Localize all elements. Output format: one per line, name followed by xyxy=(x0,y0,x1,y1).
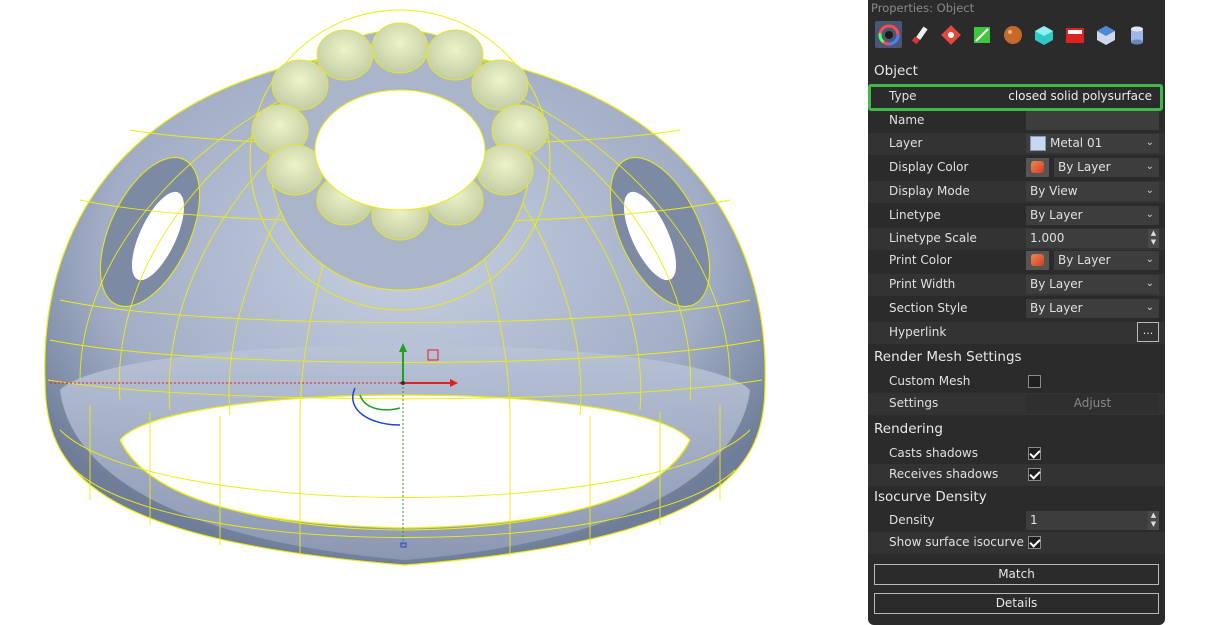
section-render-mesh: Render Mesh Settings xyxy=(874,349,1022,365)
color-swatch-icon xyxy=(1031,254,1044,266)
print-width-dropdown[interactable]: By Layer ⌄ xyxy=(1026,275,1159,294)
section-style-dropdown[interactable]: By Layer ⌄ xyxy=(1026,299,1159,318)
linetype-scale-label: Linetype Scale xyxy=(889,231,977,245)
density-input[interactable]: 1 ▲ ▼ xyxy=(1026,511,1159,530)
row-density: Density 1 ▲ ▼ xyxy=(868,510,1165,532)
ring-model xyxy=(44,9,766,566)
row-custom-mesh: Custom Mesh xyxy=(868,371,1165,393)
display-color-value: By Layer xyxy=(1058,160,1111,174)
display-color-dropdown[interactable]: By Layer ⌄ xyxy=(1054,158,1159,177)
section-style-value: By Layer xyxy=(1030,301,1083,315)
lights-icon[interactable] xyxy=(937,21,964,48)
decal-box-icon[interactable] xyxy=(1061,21,1088,48)
chevron-down-icon: ⌄ xyxy=(1145,209,1154,220)
display-mode-label: Display Mode xyxy=(889,184,970,198)
chevron-down-icon: ⌄ xyxy=(1145,254,1154,265)
row-receives-shadows: Receives shadows xyxy=(868,464,1165,486)
rendering-cube-icon[interactable] xyxy=(1030,21,1057,48)
receives-shadows-checkbox[interactable] xyxy=(1028,468,1041,481)
type-highlight xyxy=(868,84,1163,111)
brush-icon[interactable] xyxy=(906,21,933,48)
row-layer: Layer Metal 01 ⌄ xyxy=(868,133,1165,155)
print-color-dropdown[interactable]: By Layer ⌄ xyxy=(1054,251,1159,270)
material-leaf-icon[interactable] xyxy=(968,21,995,48)
color-swatch-icon xyxy=(1031,161,1044,173)
row-settings: Settings Adjust xyxy=(868,393,1165,415)
layer-label: Layer xyxy=(889,136,923,150)
section-style-label: Section Style xyxy=(889,301,968,315)
spinner-icon[interactable]: ▲ ▼ xyxy=(1148,229,1159,248)
print-color-button[interactable] xyxy=(1026,251,1049,270)
display-color-button[interactable] xyxy=(1026,158,1049,177)
print-color-value: By Layer xyxy=(1058,253,1111,267)
chevron-down-icon: ⌄ xyxy=(1145,302,1154,313)
spinner-icon[interactable]: ▲ ▼ xyxy=(1148,511,1159,530)
row-section-style: Section Style By Layer ⌄ xyxy=(868,298,1165,320)
chevron-down-icon: ⌄ xyxy=(1145,137,1154,148)
row-print-width: Print Width By Layer ⌄ xyxy=(868,274,1165,296)
panel-title: Properties: Object xyxy=(871,1,975,15)
receives-shadows-label: Receives shadows xyxy=(889,467,999,481)
row-print-color: Print Color By Layer ⌄ xyxy=(868,250,1165,272)
linetype-value: By Layer xyxy=(1030,208,1083,222)
density-value: 1 xyxy=(1030,513,1038,527)
layer-color-swatch xyxy=(1030,136,1046,151)
viewport-3d[interactable] xyxy=(0,0,860,625)
texture-sphere-icon[interactable] xyxy=(999,21,1026,48)
show-isocurve-label: Show surface isocurve xyxy=(889,535,1024,549)
show-isocurve-checkbox[interactable] xyxy=(1028,536,1041,549)
details-button[interactable]: Details xyxy=(874,593,1159,614)
density-label: Density xyxy=(889,513,935,527)
name-field[interactable] xyxy=(1026,111,1159,130)
display-mode-value: By View xyxy=(1030,184,1078,198)
bend-cube-icon[interactable] xyxy=(1092,21,1119,48)
cylinder-icon[interactable] xyxy=(1123,21,1150,48)
row-display-mode: Display Mode By View ⌄ xyxy=(868,181,1165,203)
layer-value: Metal 01 xyxy=(1050,136,1103,150)
hyperlink-label: Hyperlink xyxy=(889,325,947,339)
settings-label: Settings xyxy=(889,396,939,410)
properties-tab-bar xyxy=(875,21,1150,49)
custom-mesh-label: Custom Mesh xyxy=(889,374,971,388)
tab-object-color-icon[interactable] xyxy=(875,21,902,48)
linetype-scale-value: 1.000 xyxy=(1030,231,1065,245)
name-label: Name xyxy=(889,113,925,127)
display-mode-dropdown[interactable]: By View ⌄ xyxy=(1026,182,1159,201)
row-casts-shadows: Casts shadows xyxy=(868,443,1165,465)
row-linetype: Linetype By Layer ⌄ xyxy=(868,205,1165,227)
row-name: Name xyxy=(868,110,1165,132)
hyperlink-browse-button[interactable]: ... xyxy=(1137,322,1159,342)
section-object: Object xyxy=(874,63,918,79)
properties-panel: Properties: Object Object Type closed so… xyxy=(868,0,1165,625)
row-linetype-scale: Linetype Scale 1.000 ▲ ▼ xyxy=(868,228,1165,250)
chevron-down-icon: ⌄ xyxy=(1145,161,1154,172)
adjust-button[interactable]: Adjust xyxy=(1026,394,1159,413)
linetype-scale-input[interactable]: 1.000 ▲ ▼ xyxy=(1026,229,1159,248)
display-color-label: Display Color xyxy=(889,160,969,174)
row-show-isocurve: Show surface isocurve xyxy=(868,532,1165,554)
linetype-dropdown[interactable]: By Layer ⌄ xyxy=(1026,206,1159,225)
chevron-down-icon: ⌄ xyxy=(1145,278,1154,289)
row-display-color: Display Color By Layer ⌄ xyxy=(868,157,1165,179)
custom-mesh-checkbox[interactable] xyxy=(1028,375,1041,388)
row-hyperlink: Hyperlink ... xyxy=(868,322,1165,344)
match-button[interactable]: Match xyxy=(874,564,1159,585)
casts-shadows-checkbox[interactable] xyxy=(1028,447,1041,460)
print-width-label: Print Width xyxy=(889,277,956,291)
layer-dropdown[interactable]: Metal 01 ⌄ xyxy=(1026,134,1159,153)
linetype-label: Linetype xyxy=(889,208,941,222)
print-width-value: By Layer xyxy=(1030,277,1083,291)
casts-shadows-label: Casts shadows xyxy=(889,446,978,460)
section-isocurve: Isocurve Density xyxy=(874,489,987,505)
print-color-label: Print Color xyxy=(889,253,952,267)
chevron-down-icon: ⌄ xyxy=(1145,185,1154,196)
section-rendering: Rendering xyxy=(874,421,943,437)
